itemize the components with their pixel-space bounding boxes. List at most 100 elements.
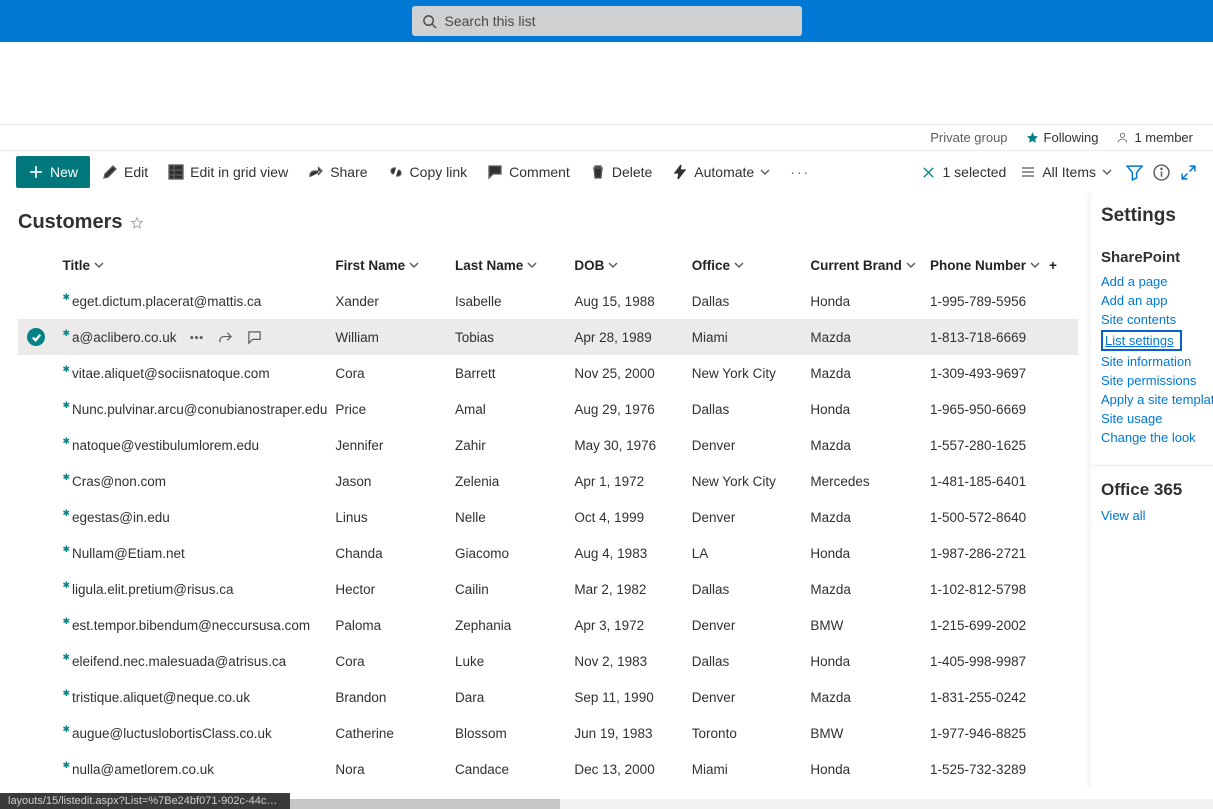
selected-check-icon[interactable]	[27, 328, 45, 346]
delete-button[interactable]: Delete	[582, 156, 660, 188]
row-comment-icon[interactable]	[247, 330, 262, 345]
cell-first: Chanda	[335, 535, 455, 571]
new-indicator-icon: ✱	[62, 472, 70, 483]
new-indicator-icon: ✱	[62, 364, 70, 375]
row-title: nulla@ametlorem.co.uk	[72, 762, 214, 777]
row-title: Cras@non.com	[72, 474, 166, 489]
cell-dob: Apr 3, 1972	[574, 607, 691, 643]
table-row[interactable]: ✱natoque@vestibulumlorem.eduJenniferZahi…	[18, 427, 1078, 463]
table-row[interactable]: ✱a@aclibero.co.ukWilliamTobiasApr 28, 19…	[18, 319, 1078, 355]
new-button[interactable]: New	[16, 156, 90, 188]
row-title: egestas@in.edu	[72, 510, 170, 525]
view-switcher[interactable]: All Items	[1016, 156, 1116, 188]
automate-button[interactable]: Automate	[664, 156, 778, 188]
search-box[interactable]: Search this list	[412, 6, 802, 36]
settings-link-apply-a-site-template[interactable]: Apply a site template	[1101, 390, 1213, 409]
filter-icon[interactable]	[1126, 164, 1143, 181]
share-icon	[308, 164, 324, 180]
view-all-link[interactable]: View all	[1101, 506, 1213, 525]
comment-icon	[487, 164, 503, 180]
cell-first: Paloma	[335, 607, 455, 643]
cell-first: Xander	[335, 283, 455, 319]
cell-dob: Aug 29, 1976	[574, 391, 691, 427]
row-title: est.tempor.bibendum@neccursusa.com	[72, 618, 310, 633]
cell-brand: Mazda	[810, 679, 930, 715]
cell-last: Zahir	[455, 427, 574, 463]
col-title[interactable]: Title	[62, 248, 335, 283]
table-row[interactable]: ✱augue@luctuslobortisClass.co.ukCatherin…	[18, 715, 1078, 751]
col-phone[interactable]: Phone Number	[930, 248, 1049, 283]
cell-first: Jennifer	[335, 427, 455, 463]
following-toggle[interactable]: Following	[1026, 130, 1099, 145]
settings-link-site-contents[interactable]: Site contents	[1101, 310, 1213, 329]
edit-button[interactable]: Edit	[94, 156, 156, 188]
chevron-down-icon	[760, 167, 770, 177]
cell-office: Denver	[692, 427, 811, 463]
settings-link-list-settings[interactable]: List settings	[1101, 330, 1182, 351]
table-row[interactable]: ✱Nunc.pulvinar.arcu@conubianostraper.edu…	[18, 391, 1078, 427]
settings-link-add-a-page[interactable]: Add a page	[1101, 272, 1213, 291]
row-share-icon[interactable]	[218, 330, 233, 345]
favorite-star-icon[interactable]	[130, 216, 144, 230]
row-title: eget.dictum.placerat@mattis.ca	[72, 294, 261, 309]
table-row[interactable]: ✱egestas@in.eduLinusNelleOct 4, 1999Denv…	[18, 499, 1078, 535]
table-row[interactable]: ✱tristique.aliquet@neque.co.ukBrandonDar…	[18, 679, 1078, 715]
new-indicator-icon: ✱	[62, 400, 70, 411]
settings-link-change-the-look[interactable]: Change the look	[1101, 428, 1213, 447]
copy-link-button[interactable]: Copy link	[380, 156, 476, 188]
add-column-button[interactable]: +	[1049, 248, 1078, 283]
col-office[interactable]: Office	[692, 248, 811, 283]
settings-link-site-permissions[interactable]: Site permissions	[1101, 371, 1213, 390]
cell-phone: 1-965-950-6669	[930, 391, 1049, 427]
table-row[interactable]: ✱ligula.elit.pretium@risus.caHectorCaili…	[18, 571, 1078, 607]
clear-selection[interactable]: 1 selected	[921, 164, 1006, 180]
row-title: ligula.elit.pretium@risus.ca	[72, 582, 234, 597]
expand-icon[interactable]	[1180, 164, 1197, 181]
new-indicator-icon: ✱	[62, 652, 70, 663]
table-row[interactable]: ✱Nullam@Etiam.netChandaGiacomoAug 4, 198…	[18, 535, 1078, 571]
cell-first: Jason	[335, 463, 455, 499]
col-last[interactable]: Last Name	[455, 248, 574, 283]
members-link[interactable]: 1 member	[1116, 130, 1193, 145]
grid-icon	[168, 164, 184, 180]
cell-phone: 1-813-718-6669	[930, 319, 1049, 355]
col-first[interactable]: First Name	[335, 248, 455, 283]
more-button[interactable]: ···	[782, 156, 818, 188]
new-indicator-icon: ✱	[62, 688, 70, 699]
col-dob[interactable]: DOB	[574, 248, 691, 283]
cell-dob: Oct 4, 1999	[574, 499, 691, 535]
cell-dob: Nov 25, 2000	[574, 355, 691, 391]
table-row[interactable]: ✱eleifend.nec.malesuada@atrisus.caCoraLu…	[18, 643, 1078, 679]
new-indicator-icon: ✱	[62, 328, 70, 339]
settings-link-add-an-app[interactable]: Add an app	[1101, 291, 1213, 310]
cell-office: Dallas	[692, 283, 811, 319]
table-row[interactable]: ✱eget.dictum.placerat@mattis.caXanderIsa…	[18, 283, 1078, 319]
col-brand[interactable]: Current Brand	[810, 248, 930, 283]
table-row[interactable]: ✱nulla@ametlorem.co.ukNoraCandaceDec 13,…	[18, 751, 1078, 787]
share-button[interactable]: Share	[300, 156, 375, 188]
list-title: Customers	[18, 211, 122, 234]
site-header	[0, 42, 1213, 125]
table-row[interactable]: ✱est.tempor.bibendum@neccursusa.comPalom…	[18, 607, 1078, 643]
sharepoint-links: Add a pageAdd an appSite contentsList se…	[1101, 272, 1213, 447]
automate-icon	[672, 164, 688, 180]
cell-office: LA	[692, 535, 811, 571]
cell-dob: Dec 13, 2000	[574, 751, 691, 787]
cell-brand: BMW	[810, 715, 930, 751]
table-row[interactable]: ✱vitae.aliquet@sociisnatoque.comCoraBarr…	[18, 355, 1078, 391]
cell-brand: Mazda	[810, 571, 930, 607]
settings-pane: Settings SharePoint Add a pageAdd an app…	[1093, 193, 1213, 799]
table-row[interactable]: ✱Cras@non.comJasonZeleniaApr 1, 1972New …	[18, 463, 1078, 499]
settings-link-site-usage[interactable]: Site usage	[1101, 409, 1213, 428]
new-indicator-icon: ✱	[62, 580, 70, 591]
cell-last: Luke	[455, 643, 574, 679]
comment-button[interactable]: Comment	[479, 156, 578, 188]
list-icon	[1020, 164, 1036, 180]
settings-link-site-information[interactable]: Site information	[1101, 352, 1213, 371]
cell-dob: Nov 2, 1983	[574, 643, 691, 679]
row-more-icon[interactable]	[189, 330, 204, 345]
row-title: a@aclibero.co.uk	[72, 330, 177, 345]
status-bar: layouts/15/listedit.aspx?List=%7Be24bf07…	[0, 793, 290, 809]
info-icon[interactable]	[1153, 164, 1170, 181]
edit-in-grid-button[interactable]: Edit in grid view	[160, 156, 296, 188]
